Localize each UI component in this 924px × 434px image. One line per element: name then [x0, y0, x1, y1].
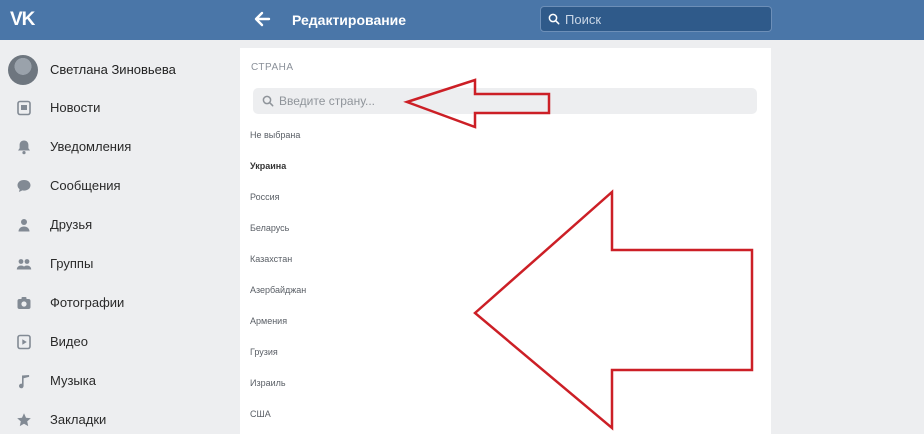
- top-header: VK Редактирование: [0, 0, 924, 40]
- page-title: Редактирование: [292, 12, 407, 28]
- sidebar-item-video[interactable]: Видео: [0, 327, 230, 357]
- sidebar-item-notifications[interactable]: Уведомления: [0, 132, 230, 162]
- back-arrow-icon[interactable]: [251, 8, 273, 30]
- country-select-panel: СТРАНА Не выбрана Украина Россия Беларус…: [240, 48, 771, 434]
- bell-icon: [18, 140, 30, 155]
- avatar[interactable]: [8, 55, 38, 85]
- sidebar-item-label: Сообщения: [50, 178, 121, 193]
- country-option[interactable]: США: [240, 401, 771, 429]
- news-icon: [17, 100, 31, 116]
- country-option-selected[interactable]: Украина: [240, 153, 771, 181]
- country-option[interactable]: Не выбрана: [240, 122, 771, 150]
- sidebar-item-news[interactable]: Новости: [0, 93, 230, 123]
- sidebar-item-label: Музыка: [50, 373, 96, 388]
- country-option[interactable]: Армения: [240, 308, 771, 336]
- country-option[interactable]: Россия: [240, 184, 771, 212]
- country-option[interactable]: Грузия: [240, 339, 771, 367]
- country-option[interactable]: Израиль: [240, 370, 771, 398]
- global-search[interactable]: [540, 6, 772, 32]
- sidebar-item-label: Фотографии: [50, 295, 125, 310]
- country-option-label: Азербайджан: [250, 285, 307, 295]
- music-icon: [19, 375, 30, 389]
- search-icon: [262, 95, 274, 107]
- star-icon: [17, 413, 31, 427]
- sidebar-item-label: Друзья: [50, 217, 93, 232]
- sidebar-item-friends[interactable]: Друзья: [0, 210, 230, 240]
- country-option[interactable]: Азербайджан: [240, 277, 771, 305]
- country-option-label: Украина: [250, 161, 287, 171]
- country-option-label: Беларусь: [250, 223, 290, 233]
- sidebar-item-music[interactable]: Музыка: [0, 366, 230, 396]
- country-option-label: США: [250, 409, 271, 419]
- country-search-input[interactable]: [279, 91, 749, 111]
- groups-icon: [16, 259, 32, 270]
- camera-icon: [17, 297, 31, 309]
- sidebar-item-photos[interactable]: Фотографии: [0, 288, 230, 318]
- country-option-label: Казахстан: [250, 254, 293, 264]
- profile-link[interactable]: Светлана Зиновьева: [8, 55, 228, 85]
- video-icon: [17, 334, 31, 350]
- message-icon: [17, 180, 31, 192]
- sidebar-item-groups[interactable]: Группы: [0, 249, 230, 279]
- sidebar-item-label: Видео: [50, 334, 88, 349]
- profile-name[interactable]: Светлана Зиновьева: [50, 62, 176, 77]
- sidebar-item-label: Новости: [50, 100, 101, 115]
- sidebar-item-label: Уведомления: [50, 139, 132, 154]
- global-search-input[interactable]: [565, 9, 765, 29]
- country-option-label: Грузия: [250, 347, 278, 357]
- search-icon: [548, 13, 560, 25]
- sidebar-item-label: Группы: [50, 256, 94, 271]
- left-sidebar: Светлана Зиновьева Новости Уведомления С…: [0, 48, 230, 434]
- sidebar-item-label: Закладки: [50, 412, 107, 427]
- sidebar-item-bookmarks[interactable]: Закладки: [0, 405, 230, 434]
- country-option-label: Армения: [250, 316, 288, 326]
- sidebar-item-messages[interactable]: Сообщения: [0, 171, 230, 201]
- country-option-label: Не выбрана: [250, 130, 301, 140]
- country-search-box[interactable]: [253, 88, 757, 114]
- country-option[interactable]: Беларусь: [240, 215, 771, 243]
- friends-icon: [18, 219, 30, 232]
- country-option[interactable]: Казахстан: [240, 246, 771, 274]
- country-option-label: Израиль: [250, 378, 286, 388]
- country-option-label: Россия: [250, 192, 280, 202]
- section-label: СТРАНА: [251, 62, 294, 73]
- vk-logo[interactable]: VK: [10, 7, 44, 33]
